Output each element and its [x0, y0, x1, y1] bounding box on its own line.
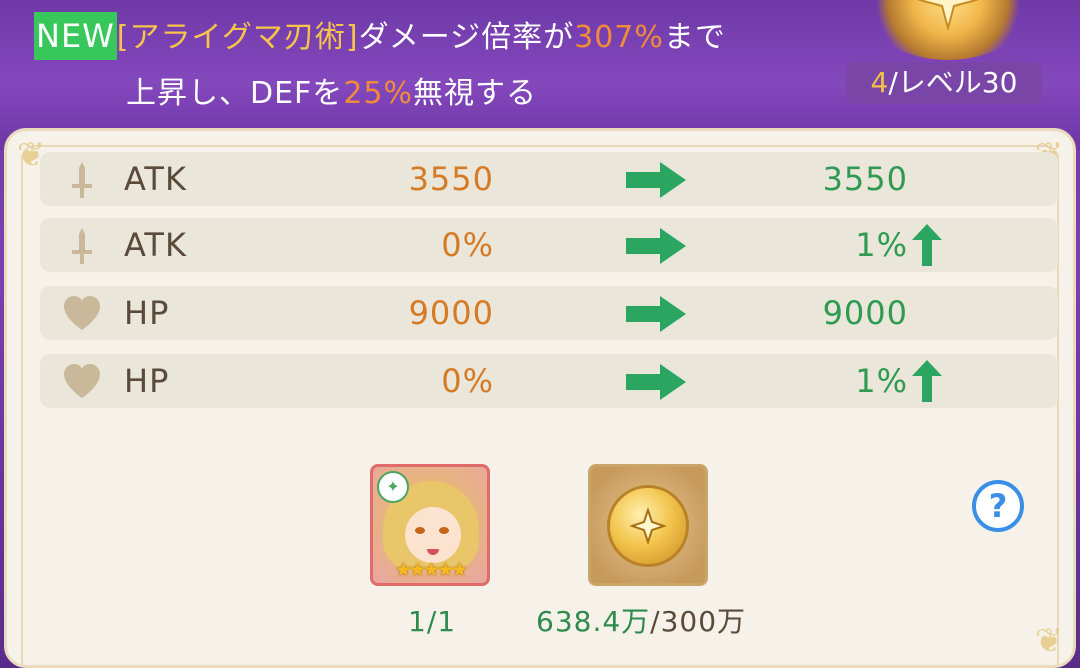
sword-icon: [72, 162, 92, 198]
skill-def-ignore: 25%: [343, 76, 413, 111]
level-current: 4: [870, 66, 889, 99]
stat-row-hp: HP 9000 9000: [40, 286, 1058, 340]
skill-rate: 307%: [574, 20, 664, 55]
corner-ornament-icon: ❦: [1034, 621, 1064, 661]
arrow-right-icon: [626, 296, 686, 332]
coin-separator: /: [650, 605, 661, 638]
stat-name: ATK: [124, 226, 187, 264]
skill-text-a: ダメージ倍率が: [358, 20, 575, 55]
stat-new-value: 9000: [822, 294, 908, 332]
stat-old-value: 3550: [408, 160, 494, 198]
skill-text-b: まで: [663, 20, 726, 55]
stat-name: HP: [124, 294, 170, 332]
level-indicator: 4/レベル30: [846, 62, 1042, 104]
increase-arrow-icon: [912, 360, 942, 402]
coin-material-card[interactable]: [588, 464, 708, 586]
new-badge: NEW: [34, 12, 117, 60]
stat-old-value: 0%: [441, 362, 494, 400]
stat-new-value: 3550: [822, 160, 908, 198]
arrow-right-icon: [626, 364, 686, 400]
increase-arrow-icon: [912, 224, 942, 266]
stat-old-value: 0%: [441, 226, 494, 264]
stat-old-value: 9000: [408, 294, 494, 332]
skill-text-c: 上昇し、DEFを: [126, 76, 344, 111]
hero-eye: [439, 527, 449, 534]
stat-name: ATK: [124, 160, 187, 198]
stat-new-value: 1%: [855, 362, 908, 400]
coin-count: 638.4万/300万: [536, 604, 746, 640]
coin-owned: 638.4万: [536, 605, 651, 638]
heart-icon: [64, 296, 100, 330]
arrow-right-icon: [626, 162, 686, 198]
gold-coin-icon: [607, 485, 689, 567]
heart-icon: [64, 364, 100, 398]
coin-required: 300万: [660, 605, 747, 638]
stat-new-value: 1%: [855, 226, 908, 264]
skill-description: NEW[アライグマ刃術]ダメージ倍率が307%まで 上昇し、DEFを25%無視す…: [34, 10, 834, 122]
stat-row-atk: ATK 3550 3550: [40, 152, 1058, 206]
skill-text-d: 無視する: [413, 76, 537, 111]
hero-stars: ★★★★★: [394, 559, 468, 581]
hero-eye: [415, 527, 425, 534]
stat-row-hp-percent: HP 0% 1%: [40, 354, 1058, 408]
class-badge-icon: ✦: [377, 471, 409, 503]
skill-name: [アライグマ刃術]: [116, 20, 359, 55]
sword-icon: [72, 228, 92, 264]
level-label: /レベル30: [888, 66, 1018, 99]
stat-name: HP: [124, 362, 170, 400]
help-button[interactable]: ?: [972, 480, 1024, 532]
arrow-right-icon: [626, 228, 686, 264]
hero-material-card[interactable]: ✦ ★★★★★: [370, 464, 490, 586]
stat-row-atk-percent: ATK 0% 1%: [40, 218, 1058, 272]
hero-count: 1/1: [408, 605, 457, 638]
